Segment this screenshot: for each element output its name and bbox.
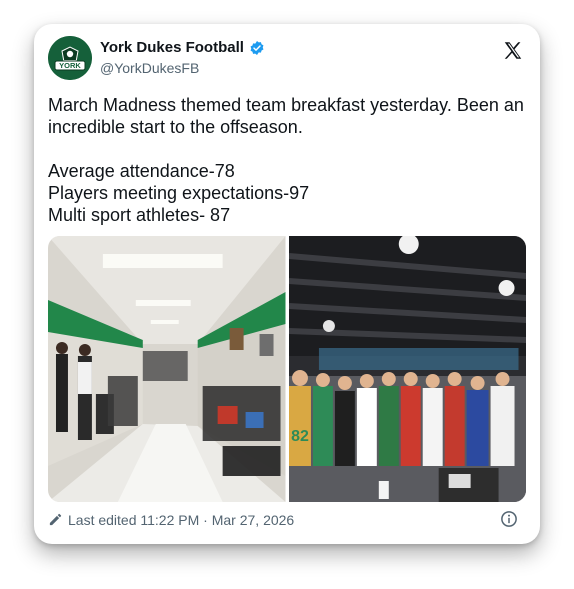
jersey-number: 82 bbox=[291, 428, 309, 445]
account-handle[interactable]: @YorkDukesFB bbox=[100, 60, 199, 76]
tweet-footer: Last edited 11:22 PM · Mar 27, 2026 bbox=[48, 510, 526, 530]
pencil-icon bbox=[49, 513, 62, 526]
avatar-wordmark: YORK bbox=[59, 61, 81, 70]
hallway-breakfast-photo[interactable] bbox=[48, 236, 286, 502]
last-edited-timestamp[interactable]: Last edited 11:22 PM · Mar 27, 2026 bbox=[68, 512, 294, 528]
tweet-text: March Madness themed team breakfast yest… bbox=[48, 95, 524, 225]
display-name[interactable]: York Dukes Football bbox=[100, 39, 244, 56]
avatar[interactable]: YORK bbox=[48, 36, 92, 80]
media-grid: 82 bbox=[48, 236, 526, 502]
info-icon[interactable] bbox=[500, 510, 518, 528]
x-logo-icon[interactable] bbox=[502, 40, 524, 62]
name-row: York Dukes Football bbox=[100, 39, 265, 56]
tweet-header: YORK York Dukes Football @YorkDukesFB bbox=[48, 36, 526, 80]
tweet-card[interactable]: YORK York Dukes Football @YorkDukesFB Ma… bbox=[34, 24, 540, 544]
team-group-scene: 82 bbox=[288, 236, 526, 502]
york-logo-icon: YORK bbox=[48, 36, 92, 80]
team-group-photo[interactable]: 82 bbox=[288, 236, 526, 502]
hallway-scene bbox=[48, 236, 286, 502]
verified-badge-icon[interactable] bbox=[249, 40, 265, 56]
